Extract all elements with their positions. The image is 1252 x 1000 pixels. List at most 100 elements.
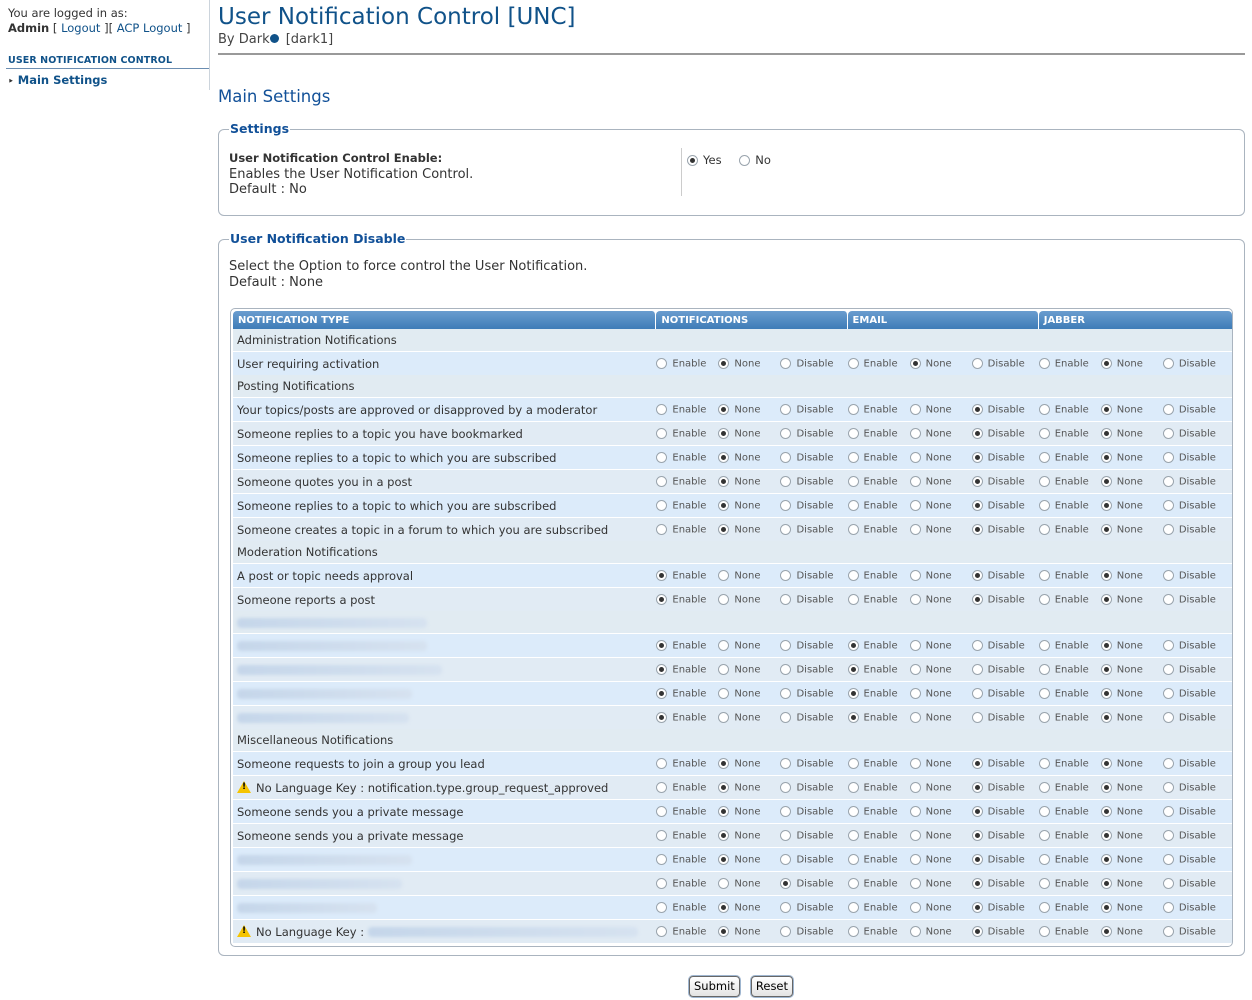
email-enable-option[interactable]: Enable <box>847 681 910 705</box>
email-none-option[interactable]: None <box>909 445 972 469</box>
jabber-enable-option[interactable]: Enable <box>1038 705 1101 729</box>
notifications-enable-option[interactable]: Enable <box>656 681 719 705</box>
email-disable-option[interactable]: Disable <box>971 633 1039 657</box>
notifications-enable-option[interactable]: Enable <box>656 895 719 919</box>
notifications-none-option[interactable]: None <box>718 751 781 775</box>
radio-button[interactable] <box>780 357 792 369</box>
radio-button[interactable] <box>656 663 668 675</box>
radio-button[interactable] <box>780 781 792 793</box>
radio-button[interactable] <box>656 403 668 415</box>
jabber-disable-option[interactable]: Disable <box>1162 493 1232 517</box>
radio-button[interactable] <box>1100 781 1112 793</box>
radio-button[interactable] <box>718 427 730 439</box>
radio-button[interactable] <box>1038 877 1050 889</box>
radio-button[interactable] <box>1038 663 1050 675</box>
radio-button[interactable] <box>718 663 730 675</box>
notifications-disable-option[interactable]: Disable <box>780 681 848 705</box>
radio-button[interactable] <box>718 569 730 581</box>
radio-button[interactable] <box>1100 757 1112 769</box>
notifications-enable-option[interactable]: Enable <box>656 517 719 541</box>
radio-button[interactable] <box>971 925 983 937</box>
email-disable-option[interactable]: Disable <box>971 751 1039 775</box>
email-enable-option[interactable]: Enable <box>847 563 910 587</box>
radio-button[interactable] <box>1100 593 1112 605</box>
email-disable-option[interactable]: Disable <box>971 919 1039 943</box>
email-disable-option[interactable]: Disable <box>971 469 1039 493</box>
radio-button[interactable] <box>847 805 859 817</box>
notifications-none-option[interactable]: None <box>718 799 781 823</box>
notifications-none-option[interactable]: None <box>718 351 781 375</box>
radio-button[interactable] <box>1100 877 1112 889</box>
radio-button[interactable] <box>1038 711 1050 723</box>
radio-button[interactable] <box>1162 711 1174 723</box>
email-enable-option[interactable]: Enable <box>847 919 910 943</box>
email-disable-option[interactable]: Disable <box>971 775 1039 799</box>
jabber-enable-option[interactable]: Enable <box>1038 799 1101 823</box>
notifications-none-option[interactable]: None <box>718 633 781 657</box>
radio-button[interactable] <box>847 925 859 937</box>
yes-radio[interactable] <box>687 154 698 166</box>
radio-button[interactable] <box>1100 901 1112 913</box>
radio-button[interactable] <box>971 711 983 723</box>
radio-button[interactable] <box>1038 357 1050 369</box>
radio-button[interactable] <box>971 805 983 817</box>
radio-button[interactable] <box>780 593 792 605</box>
email-disable-option[interactable]: Disable <box>971 445 1039 469</box>
email-enable-option[interactable]: Enable <box>847 351 910 375</box>
jabber-none-option[interactable]: None <box>1100 445 1163 469</box>
radio-button[interactable] <box>780 711 792 723</box>
notifications-none-option[interactable]: None <box>718 397 781 421</box>
notifications-enable-option[interactable]: Enable <box>656 587 719 611</box>
radio-button[interactable] <box>1162 451 1174 463</box>
radio-button[interactable] <box>847 523 859 535</box>
radio-button[interactable] <box>1038 499 1050 511</box>
radio-button[interactable] <box>656 475 668 487</box>
jabber-none-option[interactable]: None <box>1100 587 1163 611</box>
radio-button[interactable] <box>909 901 921 913</box>
radio-button[interactable] <box>847 403 859 415</box>
jabber-none-option[interactable]: None <box>1100 705 1163 729</box>
radio-button[interactable] <box>971 499 983 511</box>
radio-button[interactable] <box>909 757 921 769</box>
radio-button[interactable] <box>718 403 730 415</box>
radio-button[interactable] <box>780 663 792 675</box>
email-none-option[interactable]: None <box>909 823 972 847</box>
radio-button[interactable] <box>1038 403 1050 415</box>
radio-button[interactable] <box>780 475 792 487</box>
jabber-enable-option[interactable]: Enable <box>1038 517 1101 541</box>
jabber-none-option[interactable]: None <box>1100 493 1163 517</box>
radio-button[interactable] <box>1162 757 1174 769</box>
radio-button[interactable] <box>656 877 668 889</box>
email-disable-option[interactable]: Disable <box>971 799 1039 823</box>
radio-button[interactable] <box>718 523 730 535</box>
radio-button[interactable] <box>656 687 668 699</box>
email-none-option[interactable]: None <box>909 705 972 729</box>
notifications-enable-option[interactable]: Enable <box>656 823 719 847</box>
radio-button[interactable] <box>909 499 921 511</box>
radio-button[interactable] <box>718 805 730 817</box>
radio-button[interactable] <box>718 451 730 463</box>
radio-button[interactable] <box>1162 639 1174 651</box>
notifications-none-option[interactable]: None <box>718 919 781 943</box>
jabber-none-option[interactable]: None <box>1100 823 1163 847</box>
jabber-none-option[interactable]: None <box>1100 469 1163 493</box>
jabber-enable-option[interactable]: Enable <box>1038 775 1101 799</box>
jabber-enable-option[interactable]: Enable <box>1038 919 1101 943</box>
radio-button[interactable] <box>847 687 859 699</box>
radio-button[interactable] <box>847 451 859 463</box>
notifications-none-option[interactable]: None <box>718 681 781 705</box>
email-none-option[interactable]: None <box>909 681 972 705</box>
radio-button[interactable] <box>909 451 921 463</box>
radio-button[interactable] <box>656 639 668 651</box>
radio-button[interactable] <box>1100 475 1112 487</box>
radio-button[interactable] <box>971 781 983 793</box>
radio-button[interactable] <box>780 901 792 913</box>
notifications-none-option[interactable]: None <box>718 775 781 799</box>
jabber-enable-option[interactable]: Enable <box>1038 351 1101 375</box>
jabber-disable-option[interactable]: Disable <box>1162 751 1232 775</box>
unc-enable-yes[interactable]: Yes <box>687 153 722 167</box>
notifications-enable-option[interactable]: Enable <box>656 421 719 445</box>
radio-button[interactable] <box>847 475 859 487</box>
radio-button[interactable] <box>847 829 859 841</box>
jabber-none-option[interactable]: None <box>1100 517 1163 541</box>
